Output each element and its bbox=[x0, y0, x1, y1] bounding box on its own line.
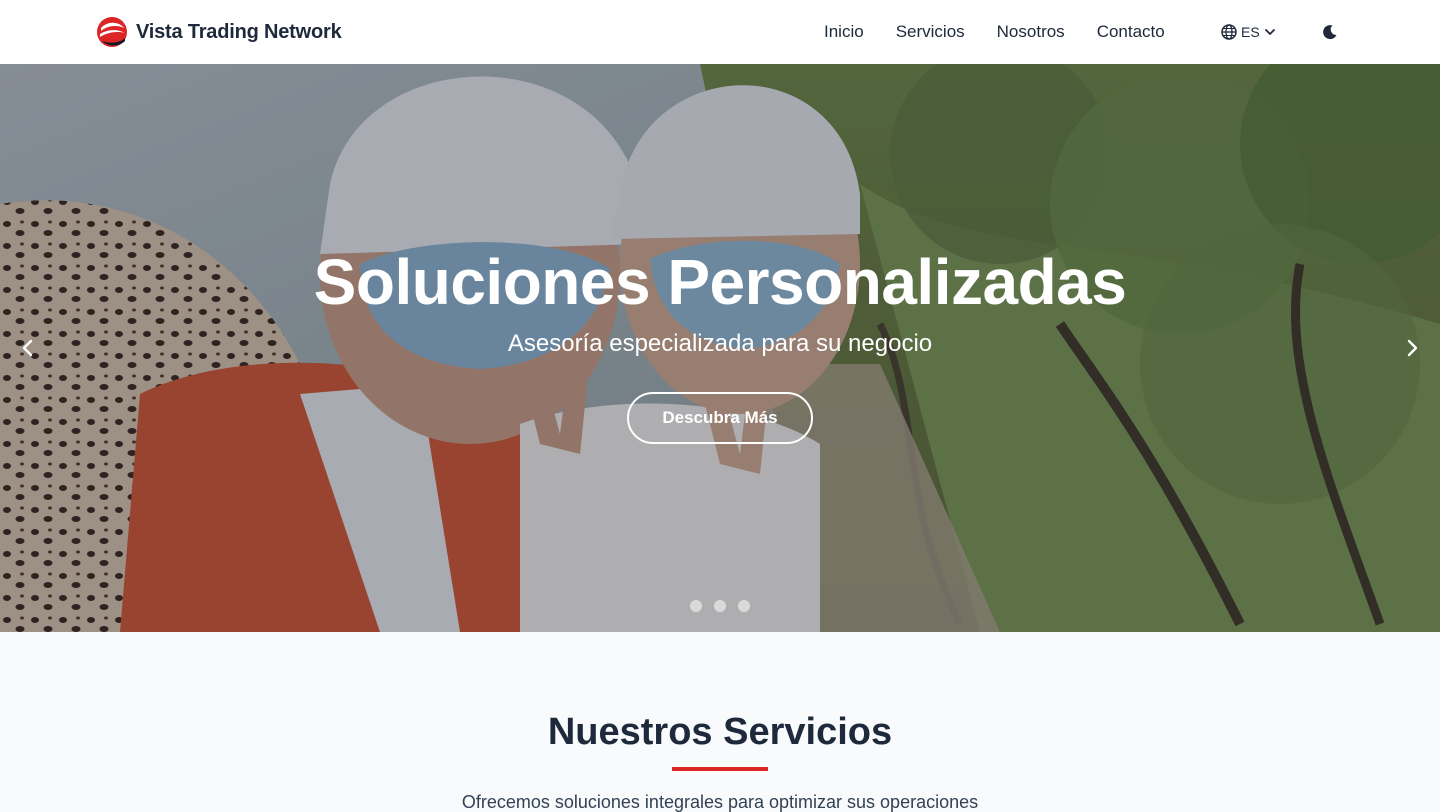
services-title-underline bbox=[672, 767, 768, 771]
language-label: ES bbox=[1241, 24, 1260, 40]
hero-title: Soluciones Personalizadas bbox=[313, 246, 1127, 318]
moon-icon bbox=[1323, 25, 1337, 40]
main-nav: Inicio Servicios Nosotros Contacto bbox=[824, 20, 1165, 44]
site-header: Vista Trading Network Inicio Servicios N… bbox=[0, 0, 1440, 64]
carousel-next-button[interactable] bbox=[1396, 328, 1428, 368]
carousel-indicators bbox=[690, 600, 750, 612]
language-selector[interactable]: ES bbox=[1221, 20, 1276, 44]
services-subtitle: Ofrecemos soluciones integrales para opt… bbox=[461, 792, 979, 812]
chevron-right-icon bbox=[1407, 339, 1418, 357]
nav-item-inicio[interactable]: Inicio bbox=[824, 20, 864, 44]
nav-item-servicios[interactable]: Servicios bbox=[896, 20, 965, 44]
globe-icon bbox=[1221, 24, 1237, 40]
hero-subtitle: Asesoría especializada para su negocio bbox=[507, 330, 933, 357]
carousel-prev-button[interactable] bbox=[12, 328, 44, 368]
chevron-left-icon bbox=[22, 339, 33, 357]
brand[interactable]: Vista Trading Network bbox=[96, 16, 342, 48]
carousel-dot-2[interactable] bbox=[714, 600, 726, 612]
services-title: Nuestros Servicios bbox=[547, 711, 893, 753]
nav-item-nosotros[interactable]: Nosotros bbox=[997, 20, 1065, 44]
hero-carousel: Soluciones Personalizadas Asesoría espec… bbox=[0, 64, 1440, 632]
carousel-dot-1[interactable] bbox=[690, 600, 702, 612]
chevron-down-icon bbox=[1264, 29, 1275, 35]
discover-more-button[interactable]: Descubra Más bbox=[627, 392, 813, 444]
theme-toggle-button[interactable] bbox=[1319, 20, 1341, 44]
carousel-dot-3[interactable] bbox=[738, 600, 750, 612]
globe-swoosh-logo bbox=[97, 17, 127, 47]
nav-item-contacto[interactable]: Contacto bbox=[1097, 20, 1165, 44]
brand-name: Vista Trading Network bbox=[136, 20, 342, 43]
